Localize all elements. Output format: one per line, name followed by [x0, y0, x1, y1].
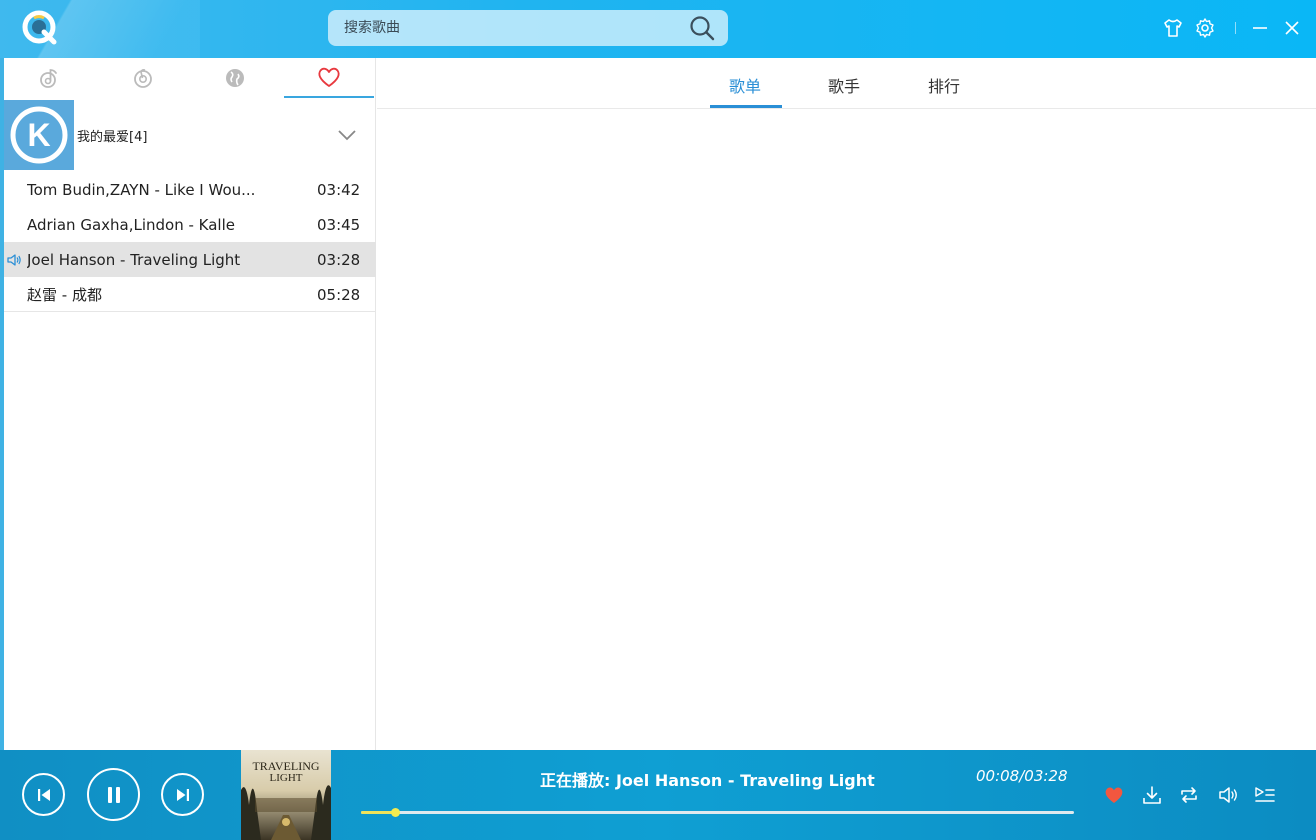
svg-text:TRAVELING: TRAVELING	[252, 759, 319, 773]
tab-local-music[interactable]	[4, 58, 94, 98]
music-player-app: K 我的最爱[4] Tom Budin,ZAYN - Like I Wou...…	[0, 0, 1316, 840]
playback-time: 00:08/03:28	[976, 767, 1068, 785]
svg-text:K: K	[27, 117, 50, 153]
search-box	[328, 10, 728, 46]
chevron-down-icon[interactable]	[336, 124, 358, 146]
search-icon[interactable]	[688, 14, 718, 42]
progress-bar[interactable]	[361, 808, 1074, 817]
music-note-icon	[40, 69, 57, 88]
song-duration: 05:28	[317, 285, 361, 304]
song-duration: 03:42	[317, 180, 361, 199]
playlist-queue-icon[interactable]	[1254, 784, 1276, 806]
song-list: Tom Budin,ZAYN - Like I Wou... 03:42 Adr…	[4, 172, 376, 312]
globe-icon	[226, 69, 244, 87]
tab-playlists[interactable]: 歌单	[729, 73, 761, 97]
previous-button[interactable]	[22, 773, 65, 816]
song-duration: 03:28	[317, 250, 361, 269]
skip-next-icon	[176, 788, 189, 801]
song-title: Tom Budin,ZAYN - Like I Wou...	[27, 180, 256, 199]
list-divider	[4, 311, 376, 312]
main-content: 歌单 歌手 排行	[377, 58, 1316, 750]
tab-online[interactable]	[190, 58, 280, 98]
volume-icon[interactable]	[1217, 784, 1239, 806]
k-logo-icon: K	[10, 106, 68, 164]
minimize-icon[interactable]	[1248, 16, 1272, 40]
title-bar	[0, 0, 1316, 58]
netease-icon	[134, 68, 152, 88]
speaker-icon	[7, 254, 21, 266]
header-separator	[1235, 22, 1236, 34]
tab-singers[interactable]: 歌手	[828, 73, 860, 97]
song-row[interactable]: Tom Budin,ZAYN - Like I Wou... 03:42	[4, 172, 376, 207]
song-title: 赵雷 - 成都	[27, 286, 102, 304]
now-playing-text: 正在播放: Joel Hanson - Traveling Light	[540, 771, 875, 790]
download-icon[interactable]	[1141, 784, 1163, 806]
song-duration: 03:45	[317, 215, 361, 234]
song-title: Joel Hanson - Traveling Light	[27, 250, 241, 269]
skin-shirt-icon[interactable]	[1161, 16, 1185, 40]
pause-button[interactable]	[87, 768, 140, 821]
player-bar: TRAVELING LIGHT 正在播放: Joel Hanson - Trav…	[0, 750, 1316, 840]
tab-favorites[interactable]	[284, 58, 374, 98]
progress-fill	[361, 811, 395, 814]
active-tab-indicator	[710, 105, 782, 108]
next-button[interactable]	[161, 773, 204, 816]
app-logo-icon	[22, 10, 57, 45]
song-row-playing[interactable]: Joel Hanson - Traveling Light 03:28	[4, 242, 376, 277]
album-cover[interactable]: TRAVELING LIGHT	[241, 750, 331, 840]
source-tabs	[4, 58, 376, 98]
pause-icon	[107, 786, 120, 803]
playlist-header[interactable]: K 我的最爱[4]	[4, 100, 376, 170]
svg-text:LIGHT: LIGHT	[270, 772, 303, 784]
settings-gear-icon[interactable]	[1193, 16, 1217, 40]
tab-netease[interactable]	[98, 58, 188, 98]
song-row[interactable]: Adrian Gaxha,Lindon - Kalle 03:45	[4, 207, 376, 242]
tab-rankings[interactable]: 排行	[928, 73, 960, 97]
skip-previous-icon	[37, 788, 50, 801]
progress-handle[interactable]	[390, 808, 400, 817]
repeat-icon[interactable]	[1178, 784, 1200, 806]
playlist-cover: K	[4, 100, 74, 170]
category-tabs: 歌单 歌手 排行	[377, 58, 1316, 109]
close-icon[interactable]	[1280, 16, 1304, 40]
favorite-heart-icon[interactable]	[1103, 784, 1125, 806]
song-title: Adrian Gaxha,Lindon - Kalle	[27, 215, 235, 234]
search-input[interactable]	[328, 10, 678, 46]
album-art: TRAVELING LIGHT	[241, 750, 331, 840]
left-sidebar: K 我的最爱[4] Tom Budin,ZAYN - Like I Wou...…	[0, 58, 376, 750]
heart-icon	[318, 67, 340, 87]
playlist-title: 我的最爱[4]	[77, 130, 148, 145]
song-row[interactable]: 赵雷 - 成都 05:28	[4, 277, 376, 312]
